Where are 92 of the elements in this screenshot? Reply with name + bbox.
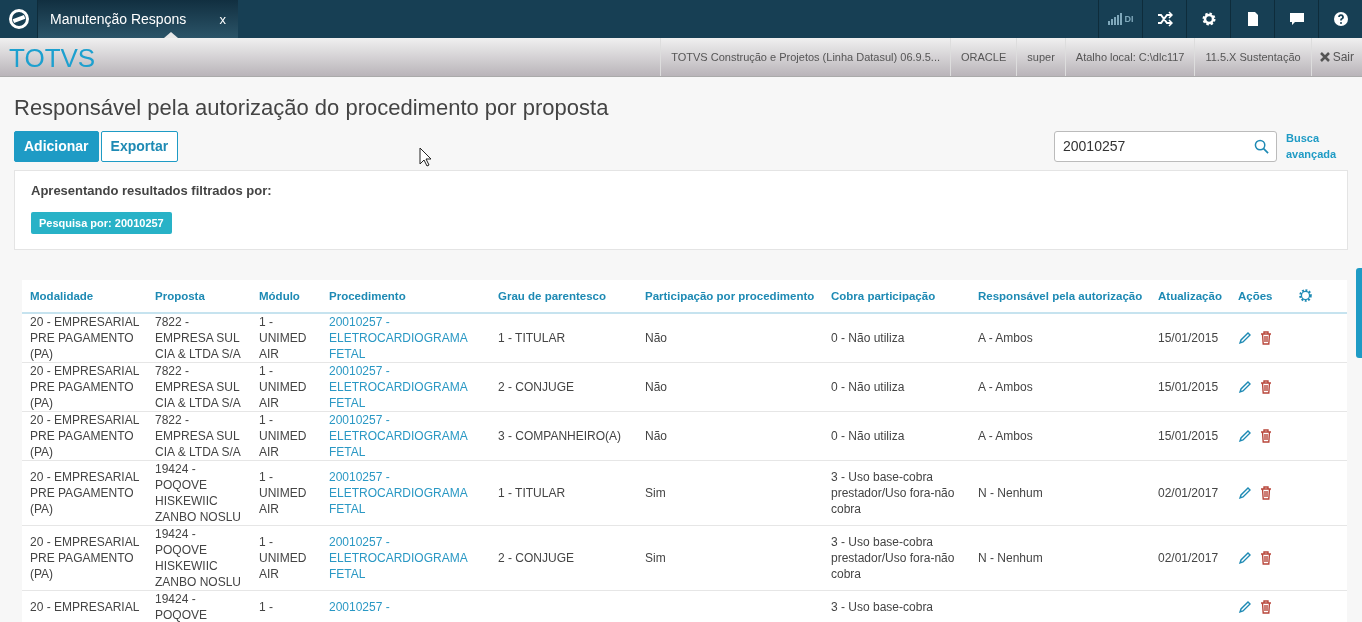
table-cell: 15/01/2015: [1150, 313, 1230, 363]
table-cell: 1 - TITULAR: [490, 313, 637, 363]
table-cell: A - Ambos: [970, 313, 1150, 363]
header-info: ORACLE: [950, 38, 1017, 76]
export-button[interactable]: Exportar: [100, 130, 179, 162]
table-cell: 19424 - POQOVE HISKEWIIC ZANBO NOSLU: [147, 460, 251, 526]
edit-icon[interactable]: [1238, 331, 1252, 345]
add-button[interactable]: Adicionar: [14, 130, 99, 162]
edit-icon[interactable]: [1238, 551, 1252, 565]
header-info: 11.5.X Sustentação: [1194, 38, 1311, 76]
table-cell: 0 - Não utiliza: [823, 411, 970, 461]
column-header[interactable]: Participação por procedimento: [637, 280, 823, 313]
table-cell: 1 - UNIMED AIR: [251, 525, 321, 591]
table-cell: 1 - UNIMED AIR: [251, 313, 321, 363]
table-cell: 02/01/2017: [1150, 525, 1230, 591]
page-title: Responsável pela autorização do procedimento por proposta: [14, 95, 610, 121]
table-cell: 2 - CONJUGE: [490, 362, 637, 412]
filter-tag[interactable]: Pesquisa por: 20010257: [31, 212, 172, 234]
table-cell: 7822 - EMPRESA SUL CIA & LTDA S/A: [147, 411, 251, 461]
table-cell: 1 - UNIMED AIR: [251, 411, 321, 461]
header-info: Atalho local: C:\dlc117: [1064, 38, 1195, 76]
table-cell: 20 - EMPRESARIAL: [22, 590, 147, 622]
table-cell: 19424 - POQOVE: [147, 590, 251, 622]
column-header[interactable]: Módulo: [251, 280, 321, 313]
table-cell: 15/01/2015: [1150, 411, 1230, 461]
edit-icon[interactable]: [1238, 486, 1252, 500]
table-cell: 20 - EMPRESARIAL PRE PAGAMENTO (PA): [22, 525, 147, 591]
logo-icon[interactable]: [8, 9, 29, 29]
search-field[interactable]: 20010257: [1054, 130, 1277, 162]
table-cell: 3 - Uso base-cobra prestador/Uso fora-não cobra: [823, 525, 970, 591]
header-info: super: [1016, 38, 1065, 76]
table-cell: N - Nenhum: [970, 525, 1150, 591]
table-cell: 1 - UNIMED AIR: [251, 362, 321, 412]
table-cell: 02/01/2017: [1150, 460, 1230, 526]
delete-icon[interactable]: [1260, 600, 1272, 614]
table-cell: 15/01/2015: [1150, 362, 1230, 412]
table-cell: 20 - EMPRESARIAL PRE PAGAMENTO (PA): [22, 313, 147, 363]
close-icon: [1319, 52, 1330, 62]
table-cell: Não: [637, 411, 823, 461]
table-cell: 20 - EMPRESARIAL PRE PAGAMENTO (PA): [22, 460, 147, 526]
procedure-link[interactable]: 20010257 - ELETROCARDIOGRAMA FETAL: [321, 525, 490, 591]
procedure-link[interactable]: 20010257 - ELETROCARDIOGRAMA FETAL: [321, 313, 490, 363]
table-cell: Não: [637, 362, 823, 412]
table-cell: 1 - UNIMED AIR: [251, 460, 321, 526]
table-cell: 0 - Não utiliza: [823, 362, 970, 412]
table-cell: 7822 - EMPRESA SUL CIA & LTDA S/A: [147, 362, 251, 412]
delete-icon[interactable]: [1260, 551, 1272, 565]
table-cell: 0 - Não utiliza: [823, 313, 970, 363]
table-cell: 3 - Uso base-cobra: [823, 590, 970, 622]
delete-icon[interactable]: [1260, 331, 1272, 345]
column-header[interactable]: Ações: [1230, 280, 1290, 313]
brand-logo: TOTVS: [8, 42, 97, 75]
procedure-link[interactable]: 20010257 - ELETROCARDIOGRAMA FETAL: [321, 362, 490, 412]
table-cell: 19424 - POQOVE HISKEWIIC ZANBO NOSLU: [147, 525, 251, 591]
app-tab[interactable]: Manutenção Respons x: [38, 0, 238, 38]
filter-heading: Apresentando resultados filtrados por:: [31, 183, 273, 198]
table-cell: 7822 - EMPRESA SUL CIA & LTDA S/A: [147, 313, 251, 363]
column-header[interactable]: Proposta: [147, 280, 251, 313]
delete-icon[interactable]: [1260, 429, 1272, 443]
table-cell: 3 - Uso base-cobra prestador/Uso fora-não cobra: [823, 460, 970, 526]
table-cell: 20 - EMPRESARIAL PRE PAGAMENTO (PA): [22, 411, 147, 461]
table-cell: Não: [637, 313, 823, 363]
table-cell: N - Nenhum: [970, 460, 1150, 526]
column-header[interactable]: Procedimento: [321, 280, 490, 313]
table-cell: A - Ambos: [970, 411, 1150, 461]
scrollbar-thumb[interactable]: [1356, 268, 1362, 358]
column-header[interactable]: Atualização: [1150, 280, 1230, 313]
table-cell: 1 - TITULAR: [490, 460, 637, 526]
column-header[interactable]: Modalidade: [22, 280, 147, 313]
table-cell: 2 - CONJUGE: [490, 525, 637, 591]
procedure-link[interactable]: 20010257 -: [321, 590, 490, 622]
delete-icon[interactable]: [1260, 380, 1272, 394]
table-cell: A - Ambos: [970, 362, 1150, 412]
table-cell: Sim: [637, 525, 823, 591]
logout-button[interactable]: Sair: [1310, 38, 1362, 76]
column-header[interactable]: Grau de parentesco: [490, 280, 637, 313]
header-info: TOTVS Construção e Projetos (Linha Datasul) 06.9.5...: [660, 38, 951, 76]
procedure-link[interactable]: 20010257 - ELETROCARDIOGRAMA FETAL: [321, 411, 490, 461]
edit-icon[interactable]: [1238, 600, 1252, 614]
table-cell: 3 - COMPANHEIRO(A): [490, 411, 637, 461]
search-icon[interactable]: [1254, 138, 1269, 154]
table-cell: Sim: [637, 460, 823, 526]
column-header[interactable]: Cobra participação: [823, 280, 970, 313]
table-cell: 20 - EMPRESARIAL PRE PAGAMENTO (PA): [22, 362, 147, 412]
advanced-search-link[interactable]: Busca avançada: [1286, 130, 1348, 162]
cursor-icon: [419, 147, 432, 167]
column-header[interactable]: Responsável pela autorização: [970, 280, 1150, 313]
delete-icon[interactable]: [1260, 486, 1272, 500]
edit-icon[interactable]: [1238, 380, 1252, 394]
edit-icon[interactable]: [1238, 429, 1252, 443]
procedure-link[interactable]: 20010257 - ELETROCARDIOGRAMA FETAL: [321, 460, 490, 526]
table-cell: 1 -: [251, 590, 321, 622]
